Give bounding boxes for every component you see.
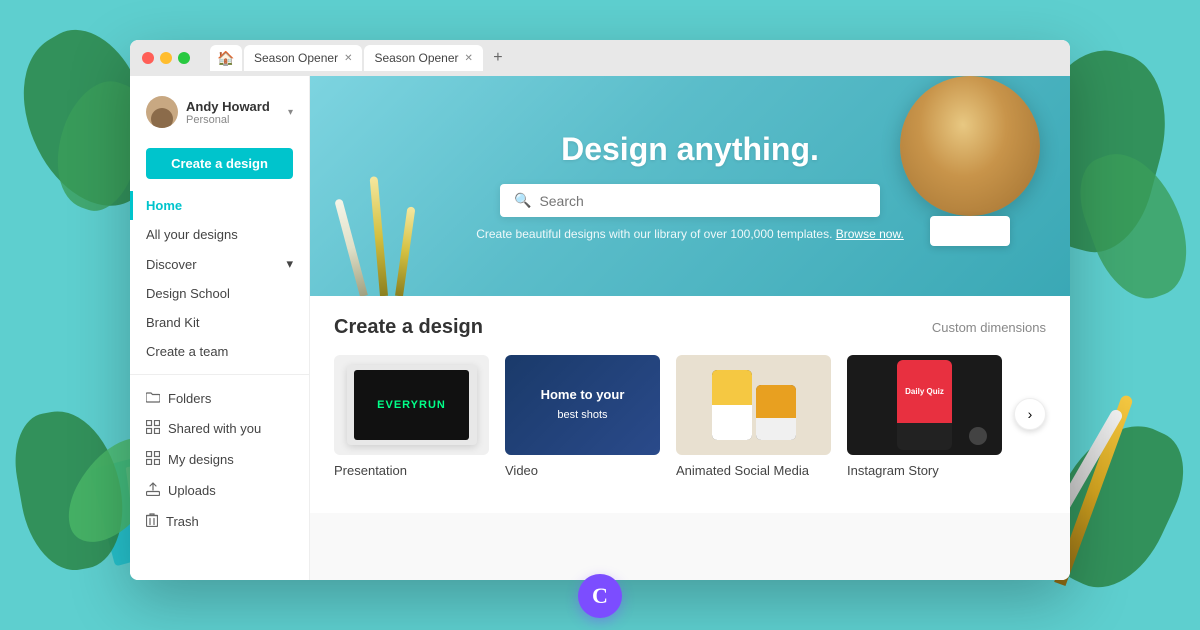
sidebar-item-home[interactable]: Home (130, 191, 309, 220)
nav-divider (130, 374, 309, 375)
hero-subtitle-text: Create beautiful designs with our librar… (476, 227, 832, 241)
sidebar: Andy Howard Personal ▾ Create a design H… (130, 76, 310, 580)
sidebar-item-create-team[interactable]: Create a team (130, 337, 309, 366)
search-input[interactable] (539, 193, 866, 209)
shared-icon (146, 420, 160, 437)
sidebar-item-discover-label: Discover (146, 257, 197, 272)
minimize-button[interactable] (160, 52, 172, 64)
sidebar-item-uploads-label: Uploads (168, 483, 216, 498)
folder-icon (146, 390, 160, 406)
template-label-video: Video (505, 463, 660, 478)
user-plan: Personal (186, 114, 280, 126)
avatar (146, 96, 178, 128)
tab-1-close[interactable]: ✕ (344, 53, 352, 64)
user-chevron-icon: ▾ (288, 107, 293, 118)
sidebar-item-uploads[interactable]: Uploads (130, 475, 309, 506)
template-thumb-social (676, 355, 831, 455)
browser-body: Andy Howard Personal ▾ Create a design H… (130, 76, 1070, 580)
canva-logo: C (578, 574, 622, 618)
tab-bar: 🏠 Season Opener ✕ Season Opener ✕ + (210, 45, 511, 71)
sidebar-item-my-designs[interactable]: My designs (130, 444, 309, 475)
custom-dimensions-button[interactable]: Custom dimensions (932, 320, 1046, 335)
home-tab[interactable]: 🏠 (210, 45, 242, 71)
sidebar-item-all-designs-label: All your designs (146, 227, 238, 242)
templates-grid: EVERYRUN Presentation Home to your (334, 355, 1002, 493)
tab-2-label: Season Opener (374, 51, 458, 65)
my-designs-icon (146, 451, 160, 468)
template-card-presentation[interactable]: EVERYRUN Presentation (334, 355, 489, 493)
sidebar-item-folders[interactable]: Folders (130, 383, 309, 413)
sidebar-item-shared[interactable]: Shared with you (130, 413, 309, 444)
template-thumb-presentation: EVERYRUN (334, 355, 489, 455)
sidebar-item-my-designs-label: My designs (168, 452, 234, 467)
tab-2[interactable]: Season Opener ✕ (364, 45, 482, 71)
sidebar-item-all-designs[interactable]: All your designs (130, 220, 309, 249)
hero-banner: Design anything. 🔍 Create beautiful desi… (310, 76, 1070, 296)
sidebar-item-home-label: Home (146, 198, 182, 213)
template-card-instagram[interactable]: Daily Quiz Instagram Story (847, 355, 1002, 493)
tab-1[interactable]: Season Opener ✕ (244, 45, 362, 71)
hero-coffee-decoration (880, 76, 1040, 256)
tab-2-close[interactable]: ✕ (465, 53, 473, 64)
upload-icon (146, 482, 160, 499)
template-label-presentation: Presentation (334, 463, 489, 478)
close-button[interactable] (142, 52, 154, 64)
trash-icon (146, 513, 158, 530)
template-card-video[interactable]: Home to your best shots Video (505, 355, 660, 493)
browser-window: 🏠 Season Opener ✕ Season Opener ✕ + Andy… (130, 40, 1070, 580)
template-thumb-instagram: Daily Quiz (847, 355, 1002, 455)
hero-title: Design anything. (561, 131, 819, 168)
new-tab-button[interactable]: + (485, 45, 511, 71)
sidebar-item-brand-kit-label: Brand Kit (146, 315, 199, 330)
browse-now-link[interactable]: Browse now. (836, 227, 904, 241)
sidebar-item-shared-label: Shared with you (168, 421, 261, 436)
section-header: Create a design Custom dimensions (334, 316, 1046, 339)
sidebar-item-discover[interactable]: Discover ▾ (130, 249, 309, 279)
create-design-section: Create a design Custom dimensions EVERYR… (310, 296, 1070, 513)
template-thumb-video: Home to your best shots (505, 355, 660, 455)
browser-titlebar: 🏠 Season Opener ✕ Season Opener ✕ + (130, 40, 1070, 76)
sidebar-item-brand-kit[interactable]: Brand Kit (130, 308, 309, 337)
main-content: Design anything. 🔍 Create beautiful desi… (310, 76, 1070, 580)
template-card-social[interactable]: Animated Social Media (676, 355, 831, 493)
templates-next-button[interactable]: › (1014, 398, 1046, 430)
search-icon: 🔍 (514, 192, 531, 209)
sidebar-item-design-school-label: Design School (146, 286, 230, 301)
traffic-lights (142, 52, 190, 64)
sidebar-item-folders-label: Folders (168, 391, 211, 406)
user-name: Andy Howard (186, 99, 280, 114)
search-bar: 🔍 (500, 184, 880, 217)
create-design-button[interactable]: Create a design (146, 148, 293, 179)
template-label-social: Animated Social Media (676, 463, 831, 478)
sidebar-item-trash[interactable]: Trash (130, 506, 309, 537)
tab-1-label: Season Opener (254, 51, 338, 65)
sidebar-item-trash-label: Trash (166, 514, 199, 529)
maximize-button[interactable] (178, 52, 190, 64)
template-label-instagram: Instagram Story (847, 463, 1002, 478)
section-title: Create a design (334, 316, 483, 339)
discover-chevron-icon: ▾ (286, 256, 293, 272)
user-section[interactable]: Andy Howard Personal ▾ (130, 88, 309, 136)
sidebar-item-create-team-label: Create a team (146, 344, 228, 359)
user-info: Andy Howard Personal (186, 99, 280, 126)
sidebar-item-design-school[interactable]: Design School (130, 279, 309, 308)
hero-subtitle: Create beautiful designs with our librar… (476, 227, 904, 241)
